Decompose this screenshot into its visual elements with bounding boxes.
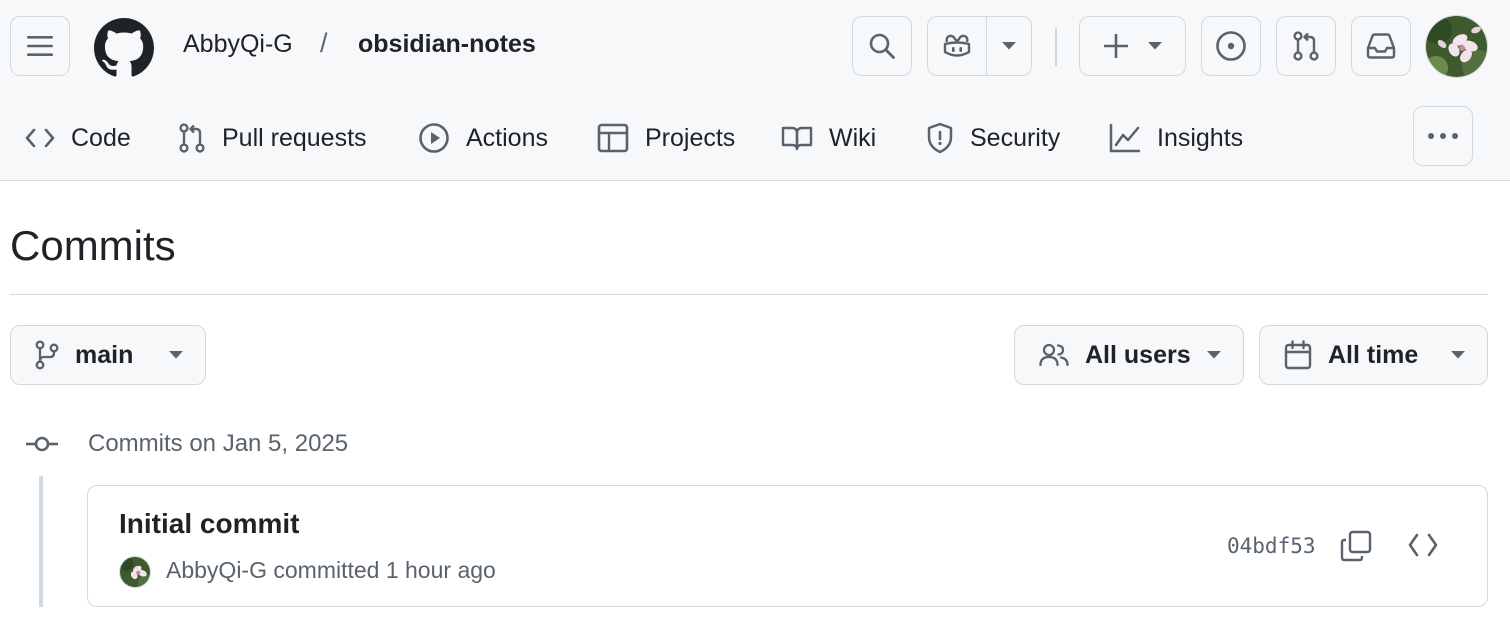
tab-projects-label: Projects [645,123,736,152]
repo-owner-link[interactable]: AbbyQi-G [183,30,293,59]
create-new-button[interactable] [1079,16,1186,76]
code-icon [25,128,55,148]
tab-actions[interactable]: Actions [418,118,548,158]
commit-sha-link[interactable]: 04bdf53 [1227,534,1316,558]
git-commit-icon [26,436,58,452]
commit-row: Initial commit AbbyQi-G committed 1 hour… [87,485,1488,607]
people-icon [1039,343,1069,367]
tab-code[interactable]: Code [25,118,131,158]
tab-wiki[interactable]: Wiki [781,118,876,158]
tab-insights[interactable]: Insights [1109,118,1243,158]
tab-security-label: Security [970,123,1061,152]
avatar-image [120,557,150,587]
branch-selector-label: main [75,340,134,369]
users-filter[interactable]: All users [1014,325,1244,385]
calendar-icon [1284,340,1312,370]
git-pull-request-icon [179,123,205,153]
avatar-image [1426,16,1487,77]
copilot-menu-button[interactable] [987,17,1031,75]
triangle-down-icon [169,351,183,359]
kebab-horizontal-icon [1428,133,1458,139]
triangle-down-icon [1207,351,1221,359]
tab-pull-requests-label: Pull requests [222,123,367,152]
issues-button[interactable] [1201,16,1261,76]
more-tabs-button[interactable] [1413,106,1473,166]
tab-security[interactable]: Security [926,118,1060,158]
header-divider [1055,28,1057,66]
graph-icon [1109,123,1141,153]
triangle-down-icon [1451,351,1465,359]
user-avatar[interactable] [1425,15,1488,78]
plus-icon [1103,34,1128,58]
timeline-line [39,476,43,607]
git-branch-icon [35,340,59,370]
issue-opened-icon [1216,31,1246,61]
pull-requests-button[interactable] [1276,16,1336,76]
tab-actions-label: Actions [466,123,548,152]
inbox-button[interactable] [1351,16,1411,76]
triangle-down-icon [1002,42,1017,50]
github-logo-icon[interactable] [94,18,154,78]
inbox-icon [1366,33,1396,59]
time-filter-label: All time [1328,340,1419,369]
shield-icon [927,122,953,154]
page-title: Commits [10,222,176,269]
time-filter[interactable]: All time [1259,325,1488,385]
tab-code-label: Code [71,123,131,152]
tab-projects[interactable]: Projects [597,118,735,158]
users-filter-label: All users [1085,340,1191,369]
book-icon [781,126,813,151]
copy-icon[interactable] [1340,530,1372,562]
author-avatar[interactable] [119,556,151,588]
copilot-icon [944,34,971,57]
repo-name-link[interactable]: obsidian-notes [358,30,536,59]
commit-meta: AbbyQi-G committed 1 hour ago [166,557,496,583]
table-icon [597,123,629,153]
branch-selector[interactable]: main [10,325,206,385]
tab-insights-label: Insights [1157,123,1244,152]
triangle-down-icon [1147,42,1162,50]
menu-button[interactable] [10,16,70,76]
code-icon[interactable] [1408,532,1438,558]
hamburger-icon [27,36,53,56]
title-divider [10,294,1488,295]
breadcrumb-separator: / [320,28,328,58]
git-pull-request-icon [1293,31,1319,61]
tab-wiki-label: Wiki [829,123,877,152]
commit-message-link[interactable]: Initial commit [119,508,299,540]
search-button[interactable] [852,16,912,76]
play-circle-icon [419,123,449,153]
commit-group-heading: Commits on Jan 5, 2025 [88,430,349,457]
search-icon [869,33,895,59]
copilot-button-group [927,16,1032,76]
copilot-button[interactable] [928,17,988,75]
tab-pull-requests[interactable]: Pull requests [178,118,367,158]
app-header: AbbyQi-G / obsidian-notes Code Pull requ… [0,0,1510,181]
